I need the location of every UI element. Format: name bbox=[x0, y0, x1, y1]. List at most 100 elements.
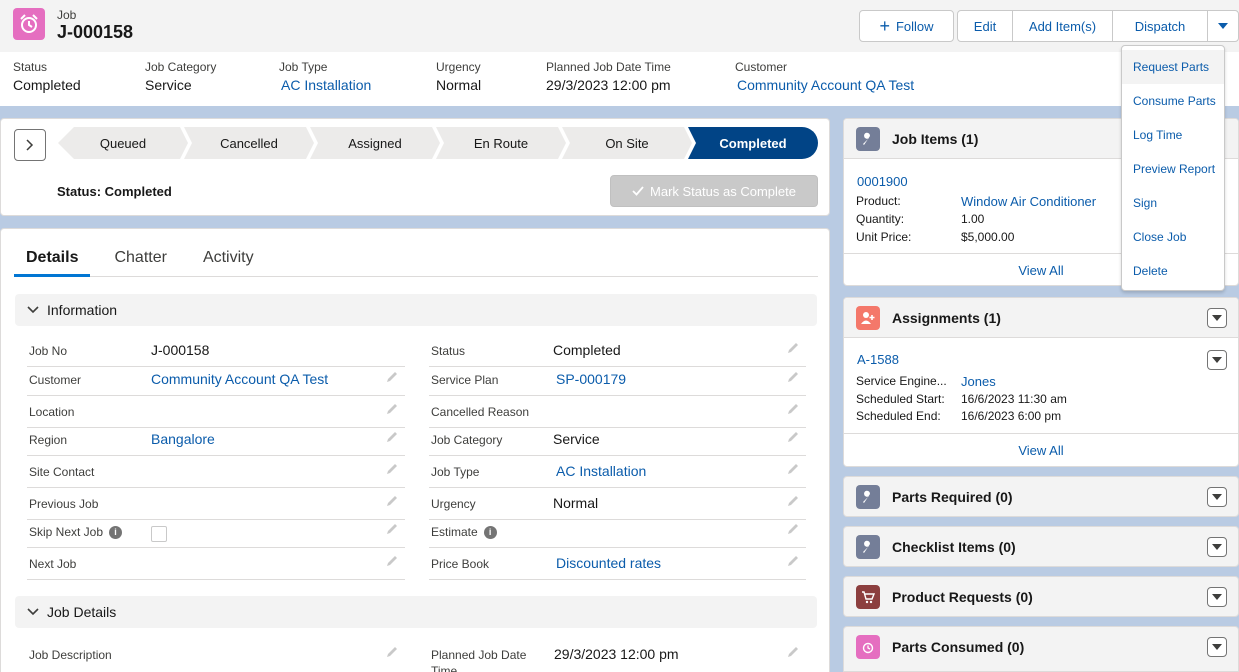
highlight-job-category: Job Category Service bbox=[145, 60, 217, 93]
checklist-items-title[interactable]: Checklist Items (0) bbox=[892, 539, 1016, 555]
path-status-text: Status: Completed bbox=[57, 184, 172, 199]
more-actions-button[interactable] bbox=[1207, 10, 1239, 42]
info-icon[interactable]: i bbox=[483, 525, 497, 539]
path-stage-completed[interactable]: Completed bbox=[688, 127, 818, 159]
alarm-icon bbox=[856, 635, 880, 659]
edit-pencil-icon[interactable] bbox=[385, 402, 399, 416]
menu-item-log-time[interactable]: Log Time bbox=[1122, 118, 1224, 152]
dispatch-button[interactable]: Dispatch bbox=[1112, 10, 1208, 42]
field-next-job: Next Job bbox=[27, 548, 405, 580]
parts-consumed-title[interactable]: Parts Consumed (0) bbox=[892, 639, 1024, 655]
chevron-right-icon bbox=[26, 139, 34, 151]
job-details-section-header[interactable]: Job Details bbox=[15, 596, 817, 628]
parts-consumed-menu-button[interactable] bbox=[1207, 637, 1227, 657]
edit-pencil-icon[interactable] bbox=[786, 494, 800, 508]
edit-pencil-icon[interactable] bbox=[786, 522, 800, 536]
tab-chatter[interactable]: Chatter bbox=[102, 243, 178, 277]
menu-item-delete[interactable]: Delete bbox=[1122, 254, 1224, 288]
edit-button[interactable]: Edit bbox=[957, 10, 1013, 42]
edit-pencil-icon[interactable] bbox=[385, 462, 399, 476]
check-icon bbox=[632, 186, 644, 196]
edit-pencil-icon[interactable] bbox=[385, 522, 399, 536]
edit-pencil-icon[interactable] bbox=[385, 494, 399, 508]
highlights-panel: Status Completed Job Category Service Jo… bbox=[0, 52, 1239, 106]
field-job-description: Job Description bbox=[27, 639, 405, 671]
field-customer: Customer Community Account QA Test bbox=[27, 364, 405, 396]
job-type-field-link[interactable]: AC Installation bbox=[556, 463, 646, 479]
path-stage-on-site[interactable]: On Site bbox=[562, 127, 692, 159]
mark-status-complete-button[interactable]: Mark Status as Complete bbox=[610, 175, 818, 207]
menu-item-close-job[interactable]: Close Job bbox=[1122, 220, 1224, 254]
highlight-planned-date: Planned Job Date Time 29/3/2023 12:00 pm bbox=[546, 60, 671, 93]
job-items-title: Job Items (1) bbox=[892, 131, 979, 147]
edit-pencil-icon[interactable] bbox=[786, 554, 800, 568]
chevron-down-icon bbox=[1212, 594, 1222, 600]
edit-pencil-icon[interactable] bbox=[385, 370, 399, 384]
wrench-icon bbox=[856, 127, 880, 151]
job-item-record-link[interactable]: 0001900 bbox=[857, 174, 908, 189]
parts-required-menu-button[interactable] bbox=[1207, 487, 1227, 507]
field-job-no: Job No J-000158 bbox=[27, 335, 405, 367]
chevron-down-icon bbox=[1212, 357, 1222, 363]
edit-pencil-icon[interactable] bbox=[385, 645, 399, 659]
service-plan-link[interactable]: SP-000179 bbox=[556, 371, 626, 387]
path-stage-cancelled[interactable]: Cancelled bbox=[184, 127, 314, 159]
menu-item-consume-parts[interactable]: Consume Parts bbox=[1122, 84, 1224, 118]
path-toggle-button[interactable] bbox=[14, 129, 46, 161]
chevron-down-icon bbox=[1212, 544, 1222, 550]
path-stage-queued[interactable]: Queued bbox=[58, 127, 188, 159]
job-alarm-icon bbox=[13, 8, 45, 40]
parts-required-title[interactable]: Parts Required (0) bbox=[892, 489, 1013, 505]
assignments-menu-button[interactable] bbox=[1207, 308, 1227, 328]
assignments-view-all-link[interactable]: View All bbox=[844, 433, 1238, 467]
product-link[interactable]: Window Air Conditioner bbox=[961, 194, 1096, 209]
field-estimate: Estimate i bbox=[429, 516, 806, 548]
edit-pencil-icon[interactable] bbox=[385, 430, 399, 444]
chevron-down-icon bbox=[27, 306, 39, 314]
highlight-job-type: Job Type AC Installation bbox=[279, 60, 372, 93]
job-type-link[interactable]: AC Installation bbox=[281, 77, 371, 93]
field-status: Status Completed bbox=[429, 335, 806, 367]
product-requests-menu-button[interactable] bbox=[1207, 587, 1227, 607]
tab-activity[interactable]: Activity bbox=[191, 243, 266, 277]
edit-pencil-icon[interactable] bbox=[385, 554, 399, 568]
information-section-header[interactable]: Information bbox=[15, 294, 817, 326]
region-link[interactable]: Bangalore bbox=[151, 431, 215, 447]
checklist-items-menu-button[interactable] bbox=[1207, 537, 1227, 557]
engineer-link[interactable]: Jones bbox=[961, 374, 996, 389]
customer-field-link[interactable]: Community Account QA Test bbox=[151, 371, 328, 387]
field-price-book: Price Book Discounted rates bbox=[429, 548, 806, 580]
product-requests-title[interactable]: Product Requests (0) bbox=[892, 589, 1033, 605]
price-book-link[interactable]: Discounted rates bbox=[556, 555, 661, 571]
edit-pencil-icon[interactable] bbox=[786, 402, 800, 416]
highlight-status: Status Completed bbox=[13, 60, 81, 93]
edit-pencil-icon[interactable] bbox=[786, 462, 800, 476]
menu-item-sign[interactable]: Sign bbox=[1122, 186, 1224, 220]
parts-required-card: Parts Required (0) bbox=[843, 476, 1239, 517]
follow-button[interactable]: + Follow bbox=[859, 10, 954, 42]
assignment-row-menu-button[interactable] bbox=[1207, 350, 1227, 370]
more-actions-menu: Request Parts Consume Parts Log Time Pre… bbox=[1121, 45, 1225, 291]
add-items-button[interactable]: Add Item(s) bbox=[1012, 10, 1113, 42]
path-stage-en-route[interactable]: En Route bbox=[436, 127, 566, 159]
tab-details[interactable]: Details bbox=[14, 243, 91, 277]
edit-pencil-icon[interactable] bbox=[786, 430, 800, 444]
info-icon[interactable]: i bbox=[109, 525, 123, 539]
field-site-contact: Site Contact bbox=[27, 456, 405, 488]
action-button-group: Edit Add Item(s) Dispatch bbox=[957, 10, 1239, 42]
menu-item-request-parts[interactable]: Request Parts bbox=[1122, 50, 1224, 84]
menu-item-preview-report[interactable]: Preview Report bbox=[1122, 152, 1224, 186]
edit-pencil-icon[interactable] bbox=[786, 370, 800, 384]
wrench-icon bbox=[856, 535, 880, 559]
assignment-record-link[interactable]: A-1588 bbox=[857, 352, 899, 367]
parts-consumed-card: Parts Consumed (0) bbox=[843, 626, 1239, 672]
field-skip-next-job: Skip Next Job i bbox=[27, 516, 405, 548]
customer-link[interactable]: Community Account QA Test bbox=[737, 77, 914, 93]
edit-pencil-icon[interactable] bbox=[786, 341, 800, 355]
edit-pencil-icon[interactable] bbox=[786, 645, 800, 659]
status-path: Queued Cancelled Assigned En Route On Si… bbox=[58, 127, 818, 159]
skip-next-job-checkbox[interactable] bbox=[151, 526, 167, 542]
object-label: Job bbox=[57, 8, 77, 22]
record-title: J-000158 bbox=[57, 22, 134, 42]
path-stage-assigned[interactable]: Assigned bbox=[310, 127, 440, 159]
